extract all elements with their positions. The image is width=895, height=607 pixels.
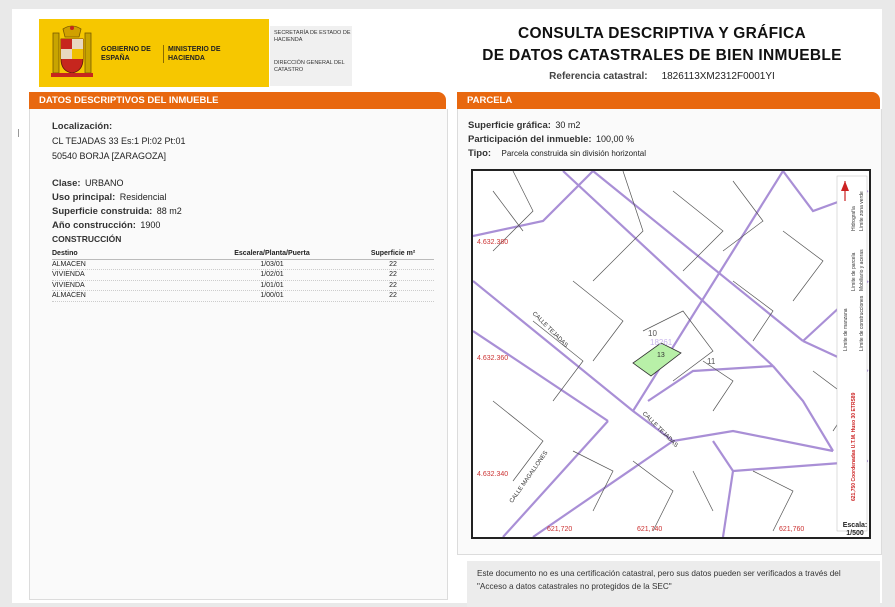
building-outline: [492, 190, 524, 232]
building-outline: [782, 230, 824, 302]
cell-destino: ALMACEN: [52, 292, 86, 299]
x-coord-label: 621,720: [547, 526, 573, 533]
anio-row: Año construcción: 1900: [52, 215, 160, 233]
disclaimer-note: Este documento no es una certificación c…: [467, 561, 880, 607]
map-svg: [472, 170, 869, 538]
street-edge: [772, 365, 834, 452]
cell-destino: ALMACEN: [52, 260, 86, 268]
street-edge: [472, 330, 609, 422]
y-coord-label: 4.632.360: [477, 355, 509, 362]
table-row: ALMACEN 1/00/01 22: [52, 291, 434, 302]
legend-item: Hidrografía: [851, 206, 857, 231]
datos-descriptivos-bar: DATOS DESCRIPTIVOS DEL INMUEBLE: [29, 92, 446, 109]
coord-note: 621,750 Coordenadas U.T.M. Huso 30 ETRS8…: [851, 392, 857, 501]
building-outline: [532, 320, 584, 402]
building-outline: [722, 180, 764, 252]
cell-escalera: 1/02/01: [260, 271, 284, 278]
table-header-row: Destino Escalera/Planta/Puerta Superfici…: [52, 249, 434, 260]
col-destino: Destino: [52, 250, 78, 257]
secretaria-block: SECRETARÍA DE ESTADO DE HACIENDA DIRECCI…: [270, 26, 352, 86]
cell-superficie: 22: [389, 271, 397, 278]
parcela-panel: Superficie gráfica: 30 m2 Participación …: [457, 109, 882, 555]
direccion-text: DIRECCIÓN GENERAL DEL CATASTRO: [274, 60, 345, 73]
edge-mark: [12, 129, 19, 137]
gobierno-logo: GOBIERNO DE ESPAÑA MINISTERIO DE HACIEND…: [39, 19, 269, 87]
scale-label: Escala:: [842, 522, 868, 529]
building-outline: [572, 450, 614, 512]
building-outline: [672, 190, 724, 272]
cell-superficie: 22: [389, 260, 397, 268]
tipo-value: Parcela construida sin división horizont…: [501, 149, 647, 158]
coat-of-arms-icon: [51, 25, 93, 77]
col-escalera: Escalera/Planta/Puerta: [234, 250, 310, 257]
address-line-1: CL TEJADAS 33 Es:1 Pl:02 Pt:01: [52, 136, 186, 146]
street-edge: [632, 170, 784, 412]
parcel-number: 10: [648, 329, 657, 338]
col-superficie: Superficie m²: [370, 250, 416, 257]
street-edge: [647, 364, 774, 402]
ref-value: 1826113XM2312F0001YI: [661, 71, 775, 82]
building-outline: [592, 170, 644, 282]
highlighted-parcel[interactable]: [632, 342, 682, 377]
address-line-2: 50540 BORJA [ZARAGOZA]: [52, 151, 167, 161]
cell-destino: VIVIENDA: [52, 271, 85, 278]
document-page: GOBIERNO DE ESPAÑA MINISTERIO DE HACIEND…: [12, 9, 882, 607]
document-header: CONSULTA DESCRIPTIVA Y GRÁFICA DE DATOS …: [462, 23, 862, 82]
legend-item: Límite zona verde: [859, 191, 865, 231]
cadastral-map[interactable]: 4.632.380 4.632.360 4.632.340 621,720 62…: [471, 169, 871, 539]
gobierno-text: GOBIERNO DE ESPAÑA: [101, 46, 151, 62]
datos-descriptivos-panel: Localización: CL TEJADAS 33 Es:1 Pl:02 P…: [29, 109, 448, 600]
cell-escalera: 1/00/01: [260, 292, 284, 299]
cell-escalera: 1/03/01: [260, 260, 284, 268]
street-edge: [562, 170, 774, 367]
cell-escalera: 1/01/01: [260, 281, 284, 289]
referencia-catastral: Referencia catastral: 1826113XM2312F0001Y…: [462, 71, 862, 82]
building-outline: [692, 470, 714, 512]
scale-value: 1/500: [846, 530, 864, 537]
y-coord-label: 4.632.340: [477, 471, 509, 478]
table-row: ALMACEN 1/03/01 22: [52, 260, 434, 270]
street-edge: [502, 420, 609, 538]
street-edge: [672, 429, 834, 453]
street-edge: [712, 440, 735, 538]
cell-destino: VIVIENDA: [52, 281, 85, 289]
street-edge: [532, 440, 674, 538]
secretaria-text: SECRETARÍA DE ESTADO DE HACIENDA: [274, 30, 351, 43]
tipo-row: Tipo: Parcela construida sin división ho…: [468, 143, 646, 161]
cell-superficie: 22: [389, 281, 397, 289]
ministerio-text: MINISTERIO DE HACIENDA: [163, 45, 238, 63]
scale-box: Escala: 1/500: [839, 522, 871, 538]
localizacion-label: Localización:: [52, 121, 113, 132]
anio-label: Año construcción:: [52, 220, 136, 231]
building-outline: [752, 470, 794, 532]
building-outline: [572, 280, 624, 362]
parcela-bar: PARCELA: [457, 92, 880, 109]
ref-label: Referencia catastral:: [549, 71, 648, 82]
x-coord-label: 621,740: [637, 526, 663, 533]
table-row: VIVIENDA 1/02/01 22: [52, 270, 434, 281]
building-outline: [632, 460, 674, 532]
parcel-number: 11: [707, 357, 716, 366]
legend-item: Límite de manzana: [843, 308, 849, 351]
construccion-title: CONSTRUCCIÓN: [52, 234, 122, 244]
superficie-value: 88 m2: [156, 206, 182, 216]
parcel-ref-number: 18261: [650, 338, 673, 347]
title-line-1: CONSULTA DESCRIPTIVA Y GRÁFICA: [517, 25, 806, 42]
table-row: VIVIENDA 1/01/01 22: [52, 281, 434, 291]
parcel-number: 13: [657, 352, 665, 359]
title-line-2: DE DATOS CATASTRALES DE BIEN INMUEBLE: [482, 47, 842, 64]
x-coord-label: 621,760: [779, 526, 805, 533]
anio-value: 1900: [140, 220, 161, 230]
cell-superficie: 22: [389, 292, 397, 299]
tipo-label: Tipo:: [468, 148, 492, 159]
y-coord-label: 4.632.380: [477, 239, 509, 246]
construccion-table: Destino Escalera/Planta/Puerta Superfici…: [52, 249, 434, 302]
